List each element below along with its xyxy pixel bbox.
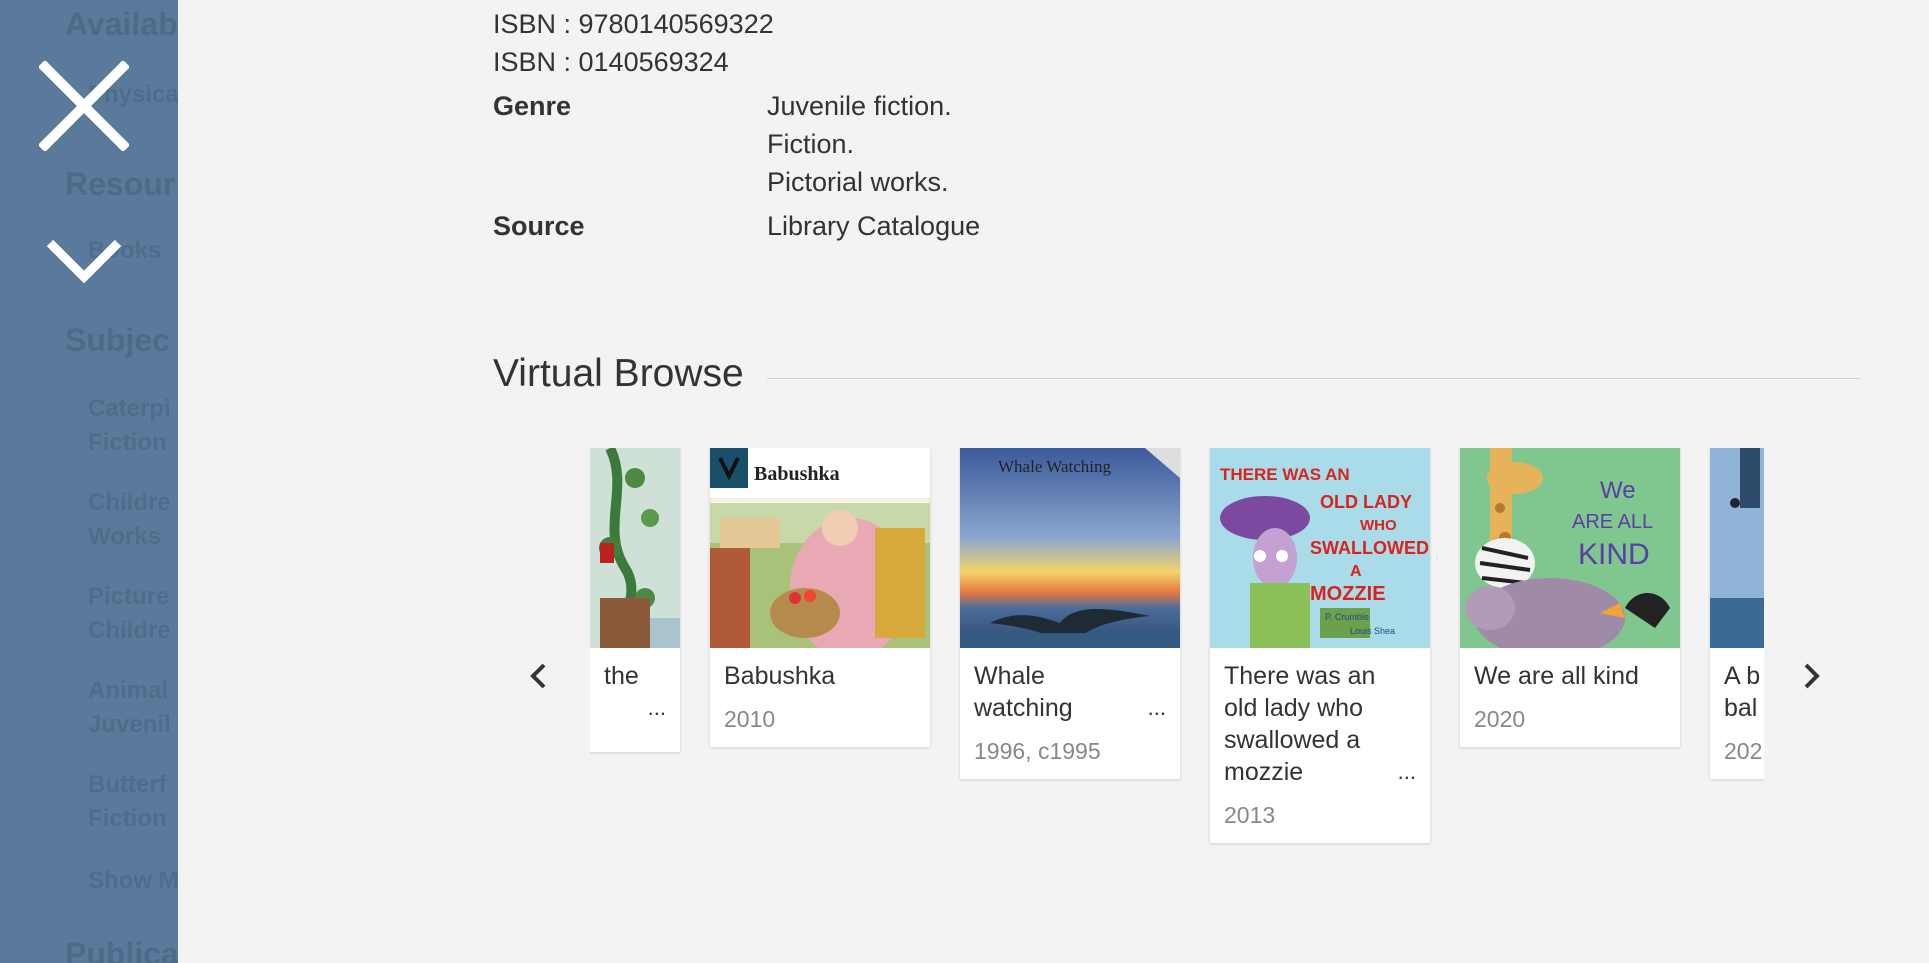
facet-item: Childre: [88, 489, 171, 516]
facet-item: Picture: [88, 583, 170, 610]
title-line: We are all kind: [1474, 662, 1639, 690]
facet-item: Fiction: [88, 429, 167, 456]
facet-item: Butterf: [88, 771, 167, 798]
facet-show-more: Show M: [88, 867, 178, 894]
title-line: watching: [974, 694, 1073, 722]
svg-text:ARE ALL: ARE ALL: [1572, 511, 1653, 533]
facet-heading-subject: Subjec: [65, 322, 170, 358]
svg-text:THERE WAS AN: THERE WAS AN: [1220, 465, 1350, 484]
facet-item: Juvenil: [88, 711, 171, 738]
book-year: 2013: [1224, 802, 1276, 828]
cover-title-text: Babushka: [754, 463, 840, 485]
virtual-browse-carousel: the ... Babushka Babushka 2010 Whale Wat…: [590, 448, 1764, 868]
title-line: bal: [1724, 694, 1758, 722]
browse-card[interactable]: A b bal 202: [1710, 448, 1764, 779]
svg-text:SWALLOWED: SWALLOWED: [1310, 538, 1429, 558]
genre-value: Pictorial works.: [767, 167, 949, 197]
title-line: swallowed a: [1224, 726, 1361, 754]
title-line: A b: [1724, 662, 1761, 690]
more-ellipsis: ...: [1147, 695, 1166, 720]
facet-heading-availability: Availab: [65, 6, 178, 42]
svg-text:A: A: [1350, 563, 1362, 580]
book-year: 2010: [724, 706, 776, 732]
book-title: There was an old lady who swallowed a mo…: [1210, 648, 1430, 788]
svg-text:Louis Shea: Louis Shea: [1350, 626, 1395, 636]
genre-value: Juvenile fiction.: [767, 91, 952, 121]
book-cover: THERE WAS AN OLD LADY WHO SWALLOWED A MO…: [1210, 448, 1430, 648]
svg-text:WHO: WHO: [1360, 517, 1397, 534]
chevron-down-icon: [46, 239, 122, 284]
title-line: the: [604, 662, 639, 690]
cover-title-text: Whale Watching: [998, 457, 1112, 476]
book-title: A b bal: [1710, 648, 1764, 724]
more-ellipsis: ...: [1397, 759, 1416, 784]
close-button[interactable]: [36, 58, 132, 154]
book-year: 2020: [1474, 706, 1526, 732]
title-line: Whale: [974, 662, 1045, 690]
facet-item: Caterpi: [88, 395, 171, 422]
book-year: 1996, c1995: [974, 738, 1101, 764]
browse-card[interactable]: Babushka Babushka 2010: [710, 448, 930, 747]
book-title: the ...: [590, 648, 680, 724]
book-cover: [590, 448, 680, 648]
browse-card[interactable]: Whale Watching Whale watching ... 1996, …: [960, 448, 1180, 779]
chevron-left-icon: [530, 663, 546, 689]
isbn-value: ISBN : 0140569324: [493, 47, 729, 77]
close-icon: [39, 61, 129, 151]
svg-text:MOZZIE: MOZZIE: [1310, 583, 1386, 605]
svg-text:OLD LADY: OLD LADY: [1320, 492, 1412, 512]
svg-text:P. Crumble: P. Crumble: [1325, 612, 1369, 622]
title-line: mozzie: [1224, 758, 1304, 786]
title-line: Babushka: [724, 662, 836, 690]
record-detail: ISBN : 9780140569322 ISBN : 0140569324 G…: [178, 0, 1929, 963]
book-cover: [1710, 448, 1764, 648]
source-value: Library Catalogue: [767, 211, 981, 241]
book-year: 202: [1724, 738, 1763, 764]
facet-item: Fiction: [88, 805, 167, 832]
facet-heading-publication: Publica: [65, 936, 178, 963]
book-title: We are all kind: [1460, 648, 1680, 692]
virtual-browse-heading: Virtual Browse: [493, 352, 744, 395]
collapse-button[interactable]: [36, 214, 132, 310]
browse-card[interactable]: the ...: [590, 448, 680, 752]
title-line: old lady who: [1224, 694, 1363, 722]
more-ellipsis: ...: [647, 695, 666, 720]
facet-item: Animal: [88, 677, 169, 704]
svg-text:KIND: KIND: [1578, 538, 1650, 571]
browse-card[interactable]: THERE WAS AN OLD LADY WHO SWALLOWED A MO…: [1210, 448, 1430, 843]
facet-item: Childre: [88, 617, 171, 644]
genre-value: Fiction.: [767, 129, 855, 159]
book-title: Whale watching ...: [960, 648, 1180, 724]
book-title: Babushka: [710, 648, 930, 692]
isbn-value: ISBN : 9780140569322: [493, 9, 774, 39]
facet-heading-resource: Resour: [65, 166, 176, 202]
carousel-next-button[interactable]: [1792, 656, 1832, 696]
title-line: There was an: [1224, 662, 1376, 690]
divider: [767, 378, 1860, 379]
book-cover: We ARE ALL KIND: [1460, 448, 1680, 648]
browse-card[interactable]: We ARE ALL KIND We are all kind 2020: [1460, 448, 1680, 747]
facet-item: Works: [88, 523, 161, 550]
svg-text:We: We: [1600, 477, 1636, 504]
chevron-right-icon: [1804, 663, 1820, 689]
carousel-prev-button[interactable]: [518, 656, 558, 696]
facets-sidebar: Availab Physica Resour Books Subjec Cate…: [0, 0, 178, 963]
book-year: [590, 724, 680, 752]
book-cover: Whale Watching: [960, 448, 1180, 648]
book-cover: Babushka: [710, 448, 930, 648]
genre-label: Genre: [493, 91, 572, 121]
source-label: Source: [493, 211, 585, 241]
